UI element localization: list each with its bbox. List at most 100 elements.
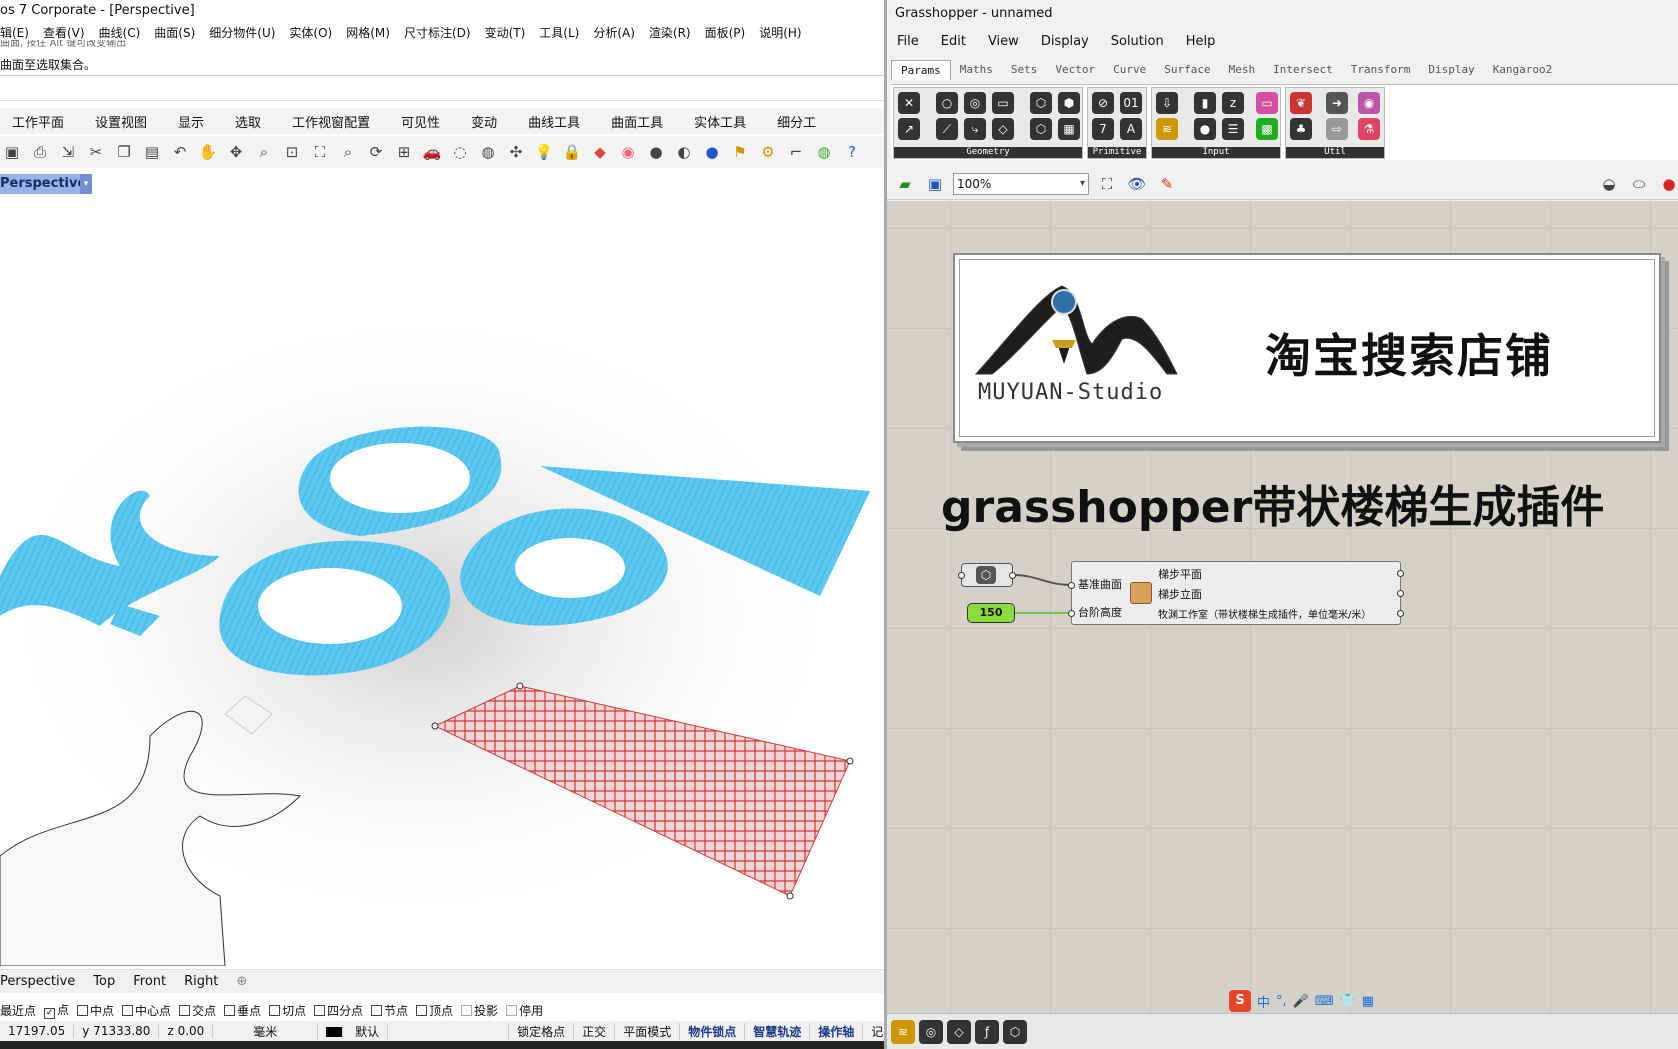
graph-mapper-icon[interactable]: ≋ [891,1020,915,1044]
checkbox[interactable] [416,1004,428,1016]
menu-tools[interactable]: 工具(L) [539,24,579,41]
geometry-param-icon[interactable]: ✕ [898,92,920,114]
tab-visibility[interactable]: 可见性 [389,112,459,131]
layer-status[interactable]: 默认 [318,1022,510,1040]
car-icon[interactable]: 🚗 [420,140,444,164]
tab-display[interactable]: Display [1419,60,1483,80]
tab-solid-tools[interactable]: 实体工具 [682,112,765,131]
arc-param-icon[interactable]: ⤷ [964,118,986,140]
sphere-icon[interactable]: ● [644,140,668,164]
layer-icon[interactable]: ◆ [588,140,612,164]
tab-curve[interactable]: Curve [1104,60,1155,80]
ime-lang[interactable]: 中 [1257,992,1270,1011]
surface-param-component[interactable]: ⬡ [958,563,1016,587]
banner-panel[interactable]: MUYUAN-Studio 淘宝搜索店铺 [953,253,1661,443]
checkbox[interactable] [314,1004,326,1016]
menu-curve[interactable]: 曲线(C) [99,24,141,41]
curve-param-icon[interactable]: ◎ [964,92,986,114]
number-param-icon[interactable]: 7 [1092,118,1114,140]
tab-intersect[interactable]: Intersect [1264,60,1342,80]
flask-icon[interactable]: ⚗ [1358,118,1380,140]
output-port-studio[interactable] [1397,610,1404,617]
menu-panels[interactable]: 面板(P) [705,24,746,41]
tab-kangaroo2[interactable]: Kangaroo2 [1484,60,1562,80]
curve-param-icon[interactable]: ◎ [919,1020,943,1044]
osnap-project[interactable]: 投影 [461,1002,498,1019]
menu-subd[interactable]: 细分物件(U) [209,24,275,41]
boolean-param-icon[interactable]: ⊘ [1092,92,1114,114]
wireframe-mode-icon[interactable]: ⬭ [1627,172,1651,196]
input-port-height[interactable] [1068,610,1075,617]
sogou-logo-icon[interactable]: S [1229,990,1251,1012]
light-icon[interactable]: 💡 [532,140,556,164]
osnap-midpoint[interactable]: 中点 [77,1002,114,1019]
ribbon-stair-component[interactable]: 基准曲面 台阶高度 梯步平面 梯步立面 牧渊工作室（带状楼梯生成插件，单位毫米/… [1068,561,1404,625]
menu-surface[interactable]: 曲面(S) [154,24,195,41]
paste-icon[interactable]: ▤ [140,140,164,164]
checkbox[interactable] [461,1004,473,1016]
tab-sets[interactable]: Sets [1002,60,1047,80]
gh-menu-view[interactable]: View [988,34,1019,54]
circle-param-icon[interactable]: ○ [936,92,958,114]
control-point[interactable] [431,722,439,730]
osnap-tangent[interactable]: 切点 [269,1002,306,1019]
dimension-icon[interactable]: ⌐ [784,140,808,164]
checkbox[interactable] [179,1004,191,1016]
material-icon[interactable]: ◐ [672,140,696,164]
tab-front[interactable]: Front [133,974,166,989]
ime-toolbar[interactable]: S 中 °, 🎤 ⌨ 👕 ▦ [1229,990,1374,1012]
button-icon[interactable]: z [1222,92,1244,114]
jump-icon[interactable]: ◉ [1358,92,1380,114]
save-file-icon[interactable]: ▣ [923,172,947,196]
shaded-mode-icon[interactable]: ● [1657,172,1678,196]
preview-mode-icon[interactable]: ◒ [1597,172,1621,196]
copy-icon[interactable]: ❐ [112,140,136,164]
cherry-icon[interactable]: ❦ [1290,92,1312,114]
osnap-toggle[interactable]: 物件锁点 [680,1022,746,1040]
expression-icon[interactable]: ƒ [975,1020,999,1044]
zoom-extents-icon[interactable]: ⛶ [1095,172,1119,196]
field-param-icon[interactable]: ▦ [1058,118,1080,140]
menu-dimension[interactable]: 尺寸标注(D) [404,24,471,41]
show-icon[interactable]: ◍ [476,140,500,164]
input-port-surface[interactable] [1068,582,1075,589]
gh-canvas[interactable]: MUYUAN-Studio 淘宝搜索店铺 grasshopper带状楼梯生成插件… [887,201,1678,1013]
control-point[interactable] [516,682,524,690]
osnap-vertex[interactable]: 顶点 [416,1002,453,1019]
text-param-icon[interactable]: A [1120,118,1142,140]
menu-edit[interactable]: 辑(E) [0,24,29,41]
control-point[interactable] [846,757,854,765]
menu-analyze[interactable]: 分析(A) [593,24,635,41]
menu-render[interactable]: 渲染(R) [649,24,691,41]
keyboard-icon[interactable]: ⌨ [1315,994,1334,1009]
tab-surface-tools[interactable]: 曲面工具 [599,112,682,131]
smarttrack-toggle[interactable]: 智慧轨迹 [745,1022,811,1040]
osnap-point[interactable]: ✓ 点 [44,1001,69,1019]
vector-param-icon[interactable]: ↗ [898,118,920,140]
import-icon[interactable]: ⇩ [1156,92,1178,114]
control-point[interactable] [786,892,794,900]
osnap-nearest[interactable]: 最近点 [0,1002,36,1019]
osnap-center[interactable]: 中心点 [122,1002,171,1019]
gh-menu-solution[interactable]: Solution [1111,34,1164,54]
output-port-plan[interactable] [1397,570,1404,577]
osnap-perpendicular[interactable]: 垂点 [224,1002,261,1019]
menu-view[interactable]: 查看(V) [43,24,85,41]
globe-icon[interactable]: ◍ [812,140,836,164]
gh-menu-help[interactable]: Help [1186,34,1216,54]
viewport-menu-arrow-icon[interactable]: ▾ [80,174,92,194]
brep-param-icon[interactable]: ⬡ [1003,1020,1027,1044]
plane-param-icon[interactable]: ◇ [992,118,1014,140]
osnap-disable[interactable]: 停用 [506,1002,543,1019]
checkbox[interactable]: ✓ [44,1008,56,1019]
tab-surface[interactable]: Surface [1155,60,1219,80]
arrow-outline-icon[interactable]: ⇨ [1326,118,1348,140]
planar-toggle[interactable]: 平面模式 [615,1022,681,1040]
options-icon[interactable]: ⚙ [756,140,780,164]
save-icon[interactable]: ▣ [0,140,24,164]
plus-icon[interactable]: ⊕ [236,974,247,989]
colour-swatch-icon[interactable]: ▩ [1256,118,1278,140]
zoom-extents-icon[interactable]: ⛶ [308,140,332,164]
help-icon[interactable]: ? [840,140,864,164]
command-input[interactable] [0,77,884,101]
